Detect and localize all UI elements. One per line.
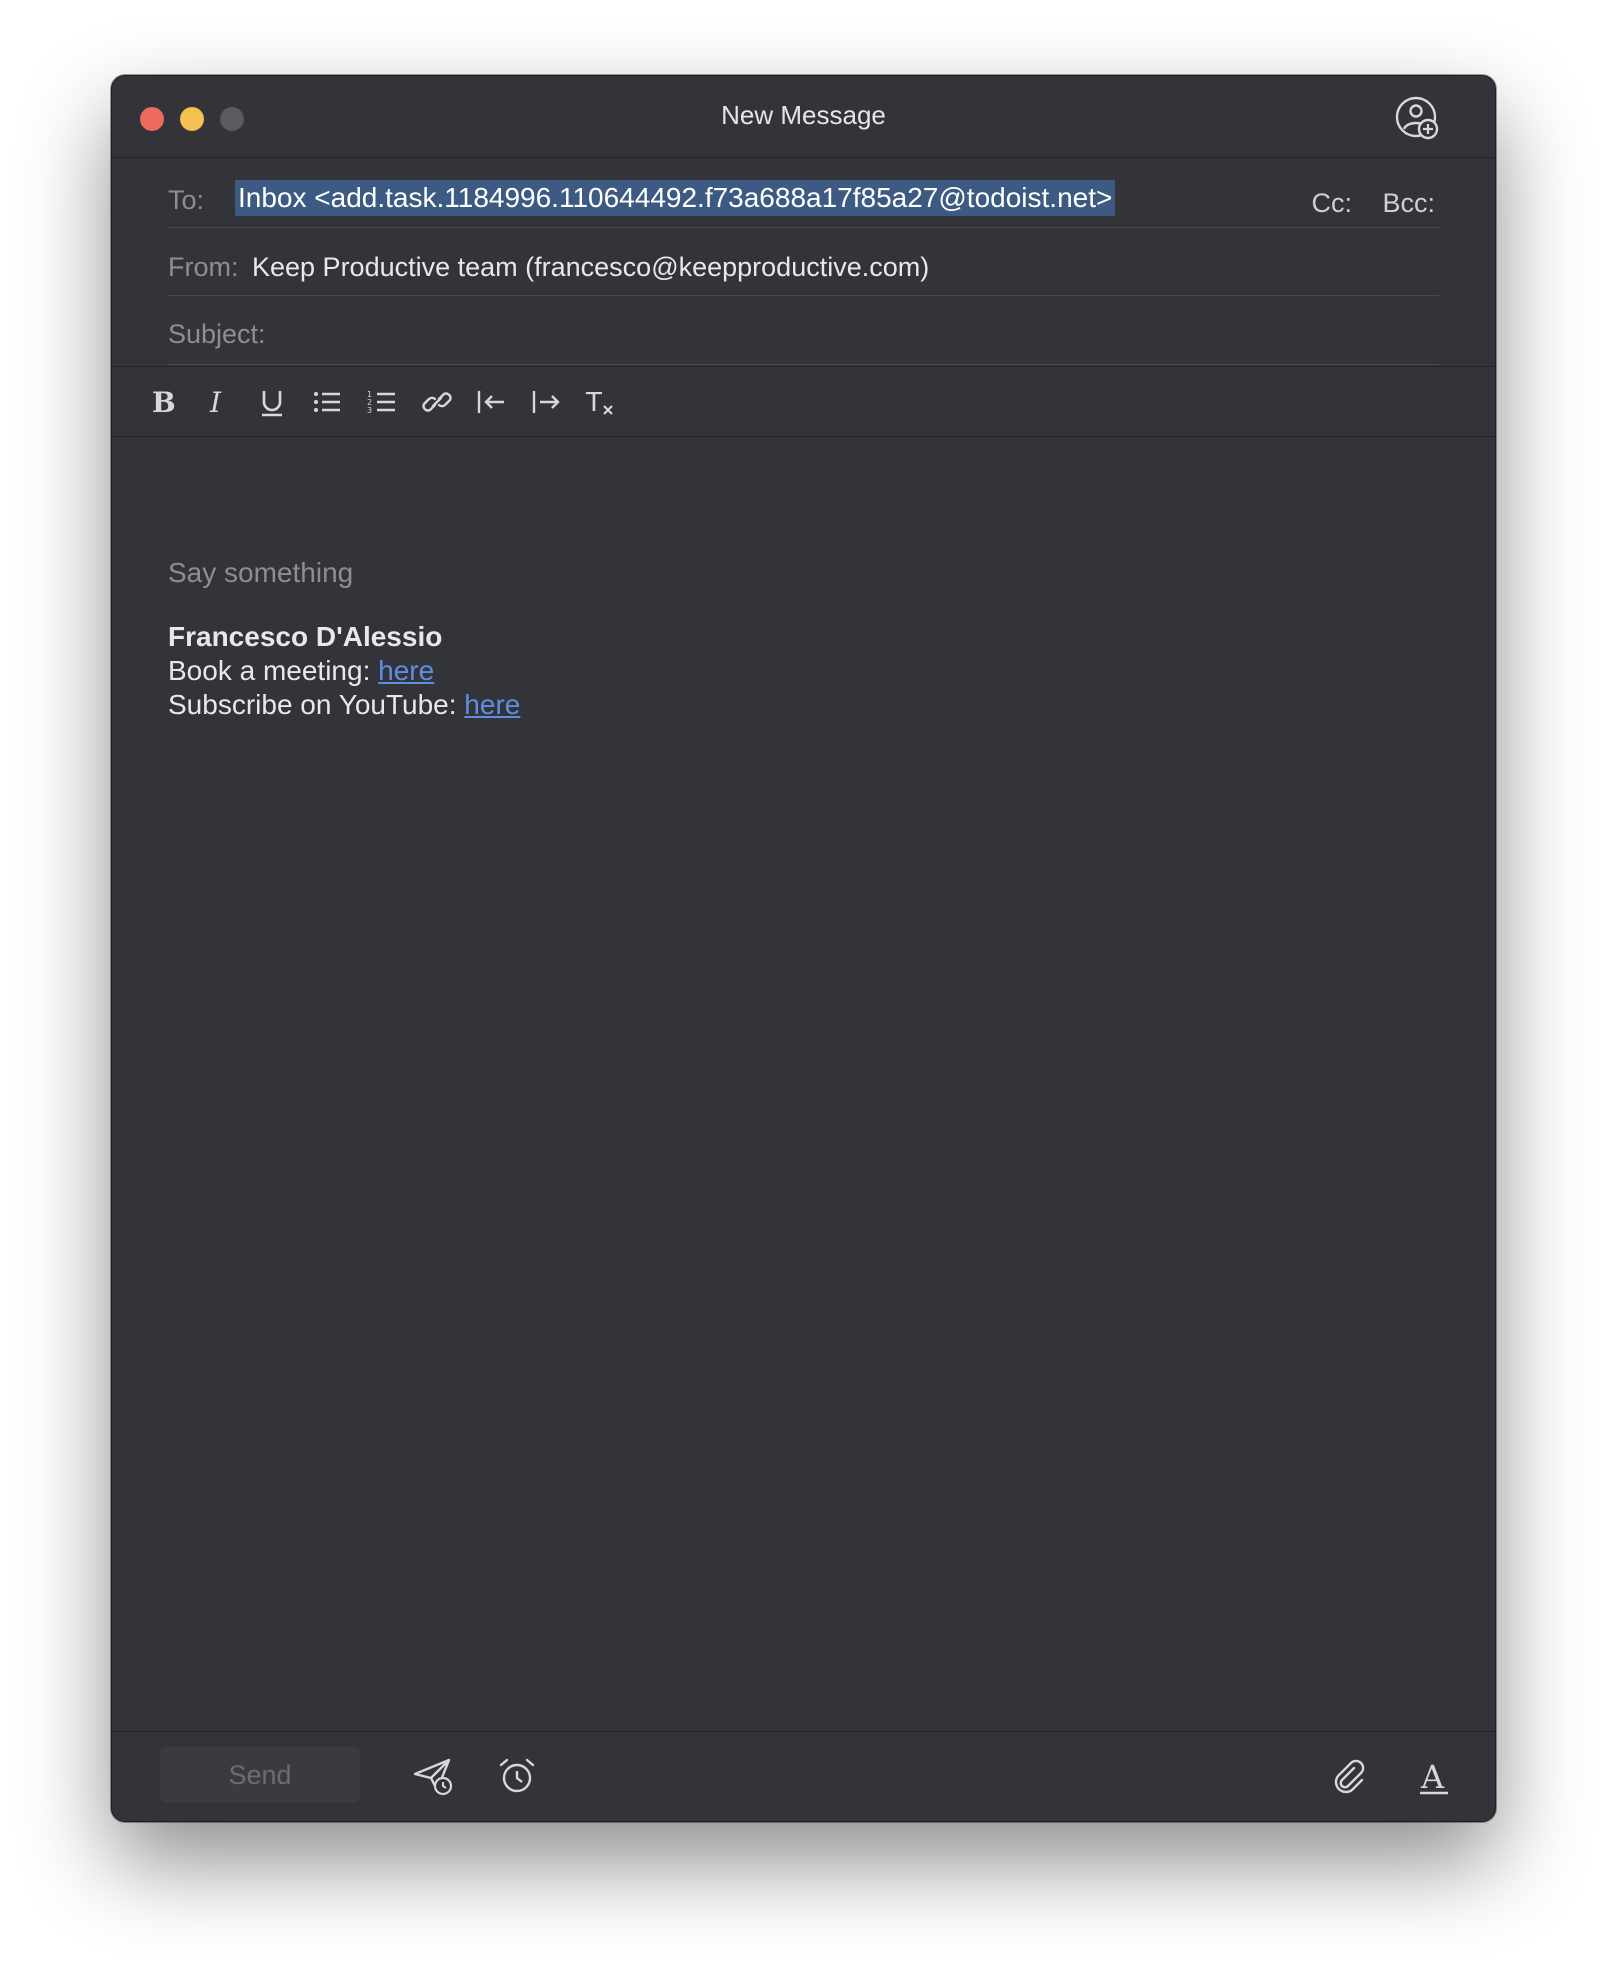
- bold-icon[interactable]: B: [142, 383, 182, 421]
- svg-text:T: T: [585, 388, 602, 418]
- stage: New Message To: Inbox <add.task.1184996.…: [0, 0, 1606, 1970]
- outdent-icon[interactable]: [472, 383, 512, 421]
- signature-name: Francesco D'Alessio: [168, 621, 443, 652]
- subject-label: Subject:: [168, 319, 266, 349]
- from-field-row: From: Keep Productive team (francesco@ke…: [168, 227, 1439, 296]
- to-label: To:: [168, 185, 205, 215]
- meeting-link[interactable]: here: [378, 655, 434, 686]
- svg-text:A: A: [1420, 1758, 1445, 1796]
- svg-text:I: I: [209, 386, 222, 418]
- title-bar: New Message: [112, 76, 1495, 158]
- subject-field-row: Subject:: [168, 296, 1439, 365]
- recipient-token[interactable]: Inbox <add.task.1184996.110644492.f73a68…: [235, 180, 1116, 216]
- add-contact-icon[interactable]: [1391, 92, 1443, 144]
- compose-window: New Message To: Inbox <add.task.1184996.…: [111, 75, 1496, 1822]
- svg-text:B: B: [152, 386, 176, 418]
- link-icon[interactable]: [417, 383, 457, 421]
- font-format-icon[interactable]: A: [1410, 1752, 1458, 1800]
- signature: Francesco D'Alessio Book a meeting: here…: [168, 620, 520, 722]
- svg-text:3: 3: [367, 406, 372, 415]
- to-field-row: To: Inbox <add.task.1184996.110644492.f7…: [168, 158, 1439, 228]
- bcc-button[interactable]: Bcc:: [1382, 188, 1435, 219]
- italic-icon[interactable]: I: [197, 383, 237, 421]
- meeting-text: Book a meeting:: [168, 655, 379, 686]
- send-later-icon[interactable]: [409, 1752, 457, 1800]
- youtube-text: Subscribe on YouTube:: [168, 689, 465, 720]
- window-title: New Message: [721, 100, 886, 130]
- from-account-selector[interactable]: Keep Productive team (francesco@keepprod…: [252, 252, 929, 283]
- body-placeholder[interactable]: Say something: [168, 556, 353, 590]
- signature-line-youtube: Subscribe on YouTube: here: [168, 688, 520, 722]
- send-button[interactable]: Send: [160, 1747, 360, 1803]
- signature-line-meeting: Book a meeting: here: [168, 654, 520, 688]
- underline-icon[interactable]: [252, 383, 292, 421]
- reminder-icon[interactable]: [493, 1752, 541, 1800]
- clear-format-icon[interactable]: T: [582, 383, 622, 421]
- numbered-list-icon[interactable]: 1 2 3: [362, 383, 402, 421]
- attachment-icon[interactable]: [1326, 1752, 1374, 1800]
- message-body[interactable]: Say something Francesco D'Alessio Book a…: [168, 436, 1439, 1731]
- bottom-bar: Send A: [112, 1731, 1495, 1821]
- youtube-link[interactable]: here: [464, 689, 520, 720]
- indent-icon[interactable]: [527, 383, 567, 421]
- formatting-toolbar: B I 1 2 3 T: [112, 366, 1495, 437]
- bulleted-list-icon[interactable]: [307, 383, 347, 421]
- subject-input[interactable]: [280, 310, 1439, 352]
- from-label: From:: [168, 252, 239, 282]
- cc-button[interactable]: Cc:: [1312, 188, 1353, 219]
